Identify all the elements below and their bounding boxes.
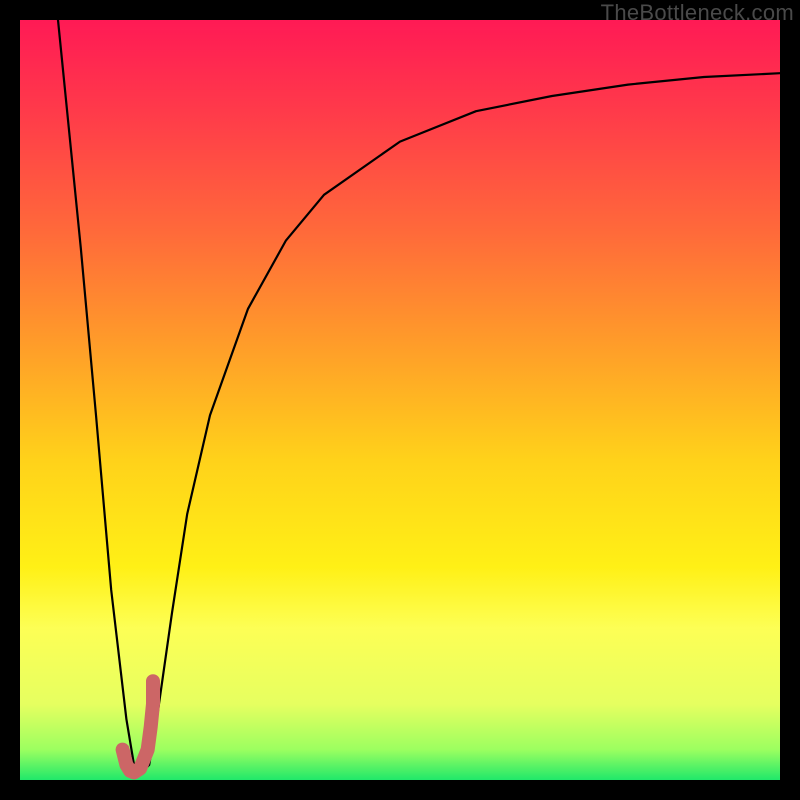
chart-background: [20, 20, 780, 780]
chart-frame: TheBottleneck.com: [0, 0, 800, 800]
watermark-text: TheBottleneck.com: [601, 0, 794, 26]
chart-svg: [20, 20, 780, 780]
